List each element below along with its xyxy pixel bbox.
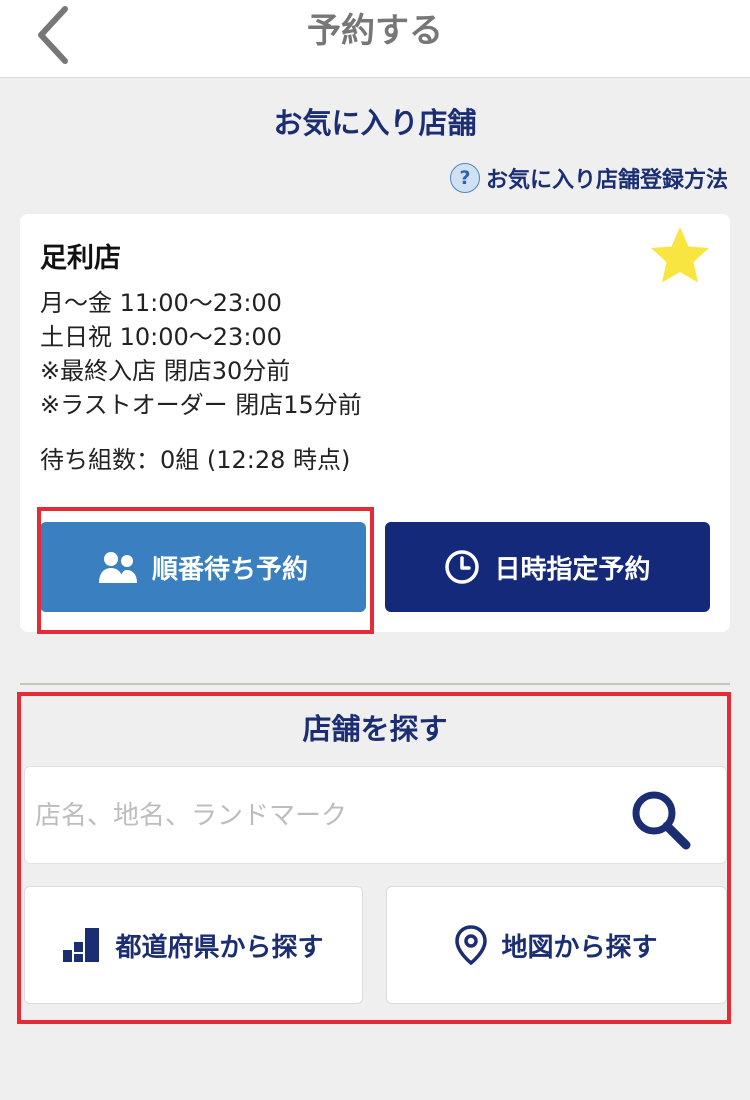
store-search-box [24, 766, 727, 865]
hours-line-weekend: 土日祝 10:00～23:00 [40, 323, 282, 351]
wait-status: 待ち組数：0組 (12:28 時点) [40, 446, 351, 474]
store-name: 足利店 [40, 243, 121, 274]
search-by-map-label: 地図から探す [501, 932, 658, 963]
search-section-title: 店舗を探す [302, 712, 448, 746]
search-by-prefecture-button[interactable]: 都道府県から探す [24, 886, 363, 1004]
hours-line-weekday: 月～金 11:00～23:00 [40, 289, 282, 317]
queue-reservation-label: 順番待ち予約 [151, 554, 308, 585]
clock-icon [445, 550, 480, 584]
app-header: 予約する [0, 0, 750, 78]
favorites-section-title: お気に入り店舗 [273, 106, 477, 140]
people-icon [98, 552, 137, 583]
section-divider [20, 683, 730, 685]
star-icon[interactable] [648, 224, 712, 288]
store-search-input[interactable] [35, 767, 615, 865]
search-by-prefecture-label: 都道府県から探す [115, 932, 324, 963]
queue-reservation-button[interactable]: 順番待ち予約 [40, 522, 366, 612]
page-title: 予約する [307, 11, 443, 51]
datetime-reservation-label: 日時指定予約 [494, 554, 651, 585]
hours-line-last-entry: ※最終入店 閉店30分前 [40, 357, 291, 385]
bar-steps-icon [63, 928, 100, 962]
search-icon[interactable] [628, 787, 692, 851]
favorites-help-label: お気に入り店舗登録方法 [485, 168, 728, 193]
map-pin-icon [455, 925, 488, 965]
favorite-store-card: 足利店 月～金 11:00～23:00 土日祝 10:00～23:00 ※最終入… [20, 214, 730, 632]
search-by-map-button[interactable]: 地図から探す [386, 886, 727, 1004]
datetime-reservation-button[interactable]: 日時指定予約 [385, 522, 710, 612]
store-hours: 月～金 11:00～23:00 土日祝 10:00～23:00 ※最終入店 閉店… [40, 286, 362, 422]
hours-line-last-order: ※ラストオーダー 閉店15分前 [40, 391, 362, 419]
favorites-help-link[interactable]: ? お気に入り店舗登録方法 [449, 160, 728, 196]
question-circle-icon: ? [449, 163, 480, 193]
